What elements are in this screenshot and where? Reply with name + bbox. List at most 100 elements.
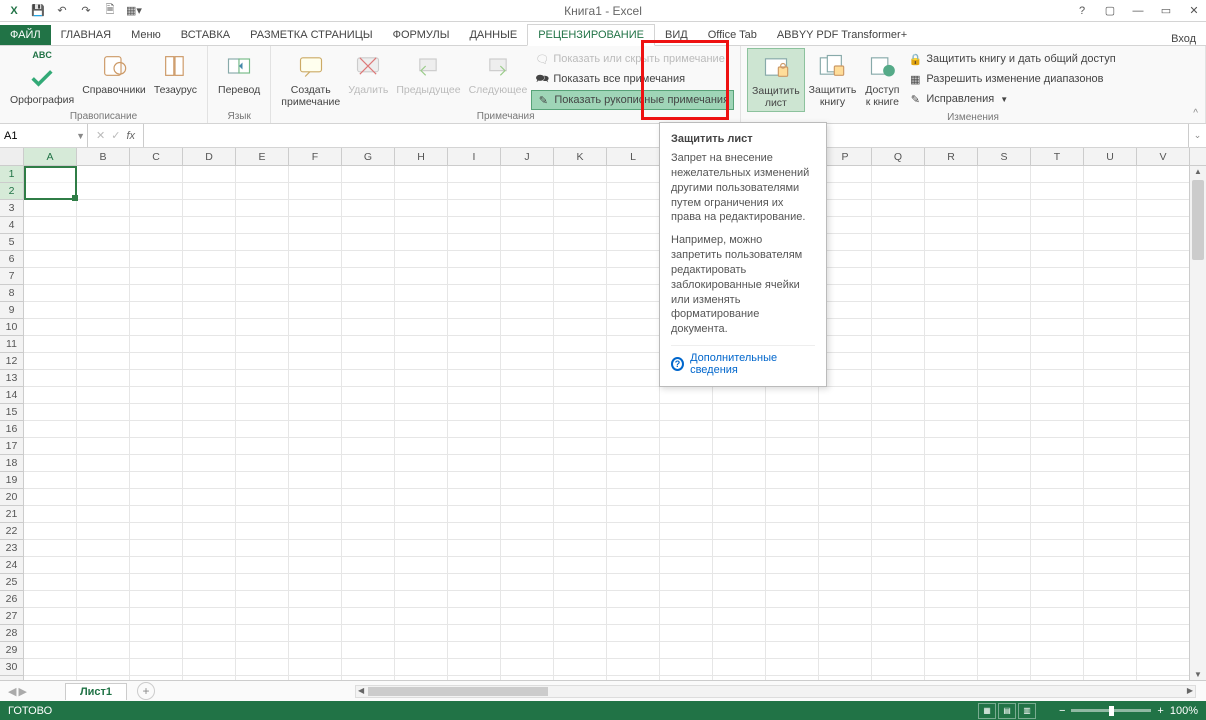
zoom-level[interactable]: 100% [1170, 705, 1198, 717]
row-header[interactable]: 6 [0, 251, 23, 268]
translate-button[interactable]: Перевод [214, 48, 264, 98]
row-header[interactable]: 21 [0, 506, 23, 523]
row-header[interactable]: 30 [0, 659, 23, 676]
column-header[interactable]: G [342, 148, 395, 165]
row-header[interactable]: 3 [0, 200, 23, 217]
fill-handle[interactable] [72, 195, 78, 201]
column-header[interactable]: L [607, 148, 660, 165]
sign-in-link[interactable]: Вход [1171, 33, 1196, 45]
row-header[interactable]: 28 [0, 625, 23, 642]
cells-area[interactable] [24, 166, 1189, 680]
expand-formula-bar[interactable]: ⌄ [1188, 124, 1206, 147]
page-layout-view-icon[interactable]: ▤ [998, 703, 1016, 719]
row-header[interactable]: 15 [0, 404, 23, 421]
row-header[interactable]: 22 [0, 523, 23, 540]
zoom-out-button[interactable]: − [1059, 705, 1065, 717]
row-header[interactable]: 18 [0, 455, 23, 472]
minimize-icon[interactable]: — [1130, 3, 1146, 19]
row-header[interactable]: 7 [0, 268, 23, 285]
sheet-nav[interactable]: ◀▶ [0, 685, 35, 698]
chevron-down-icon[interactable]: ▼ [76, 131, 85, 141]
open-icon[interactable]: ▦▾ [126, 3, 142, 19]
tab-home[interactable]: ГЛАВНАЯ [51, 25, 121, 45]
zoom-knob[interactable] [1109, 706, 1114, 716]
row-header[interactable]: 4 [0, 217, 23, 234]
redo-icon[interactable]: ↷ [78, 3, 94, 19]
column-header[interactable]: E [236, 148, 289, 165]
row-header[interactable]: 20 [0, 489, 23, 506]
protect-workbook-button[interactable]: Защитить книгу [805, 48, 861, 110]
save-icon[interactable]: 💾 [30, 3, 46, 19]
row-header[interactable]: 9 [0, 302, 23, 319]
tab-insert[interactable]: ВСТАВКА [171, 25, 240, 45]
add-sheet-button[interactable]: + [137, 682, 155, 700]
fx-icon[interactable]: fx [126, 130, 135, 142]
row-header[interactable]: 8 [0, 285, 23, 302]
row-header[interactable]: 14 [0, 387, 23, 404]
column-header[interactable]: K [554, 148, 607, 165]
references-button[interactable]: Справочники [78, 48, 150, 98]
normal-view-icon[interactable]: ▦ [978, 703, 996, 719]
horizontal-scrollbar[interactable]: ◀ ▶ [355, 685, 1196, 698]
scroll-thumb[interactable] [1192, 180, 1204, 260]
row-header[interactable]: 24 [0, 557, 23, 574]
collapse-ribbon-icon[interactable]: ^ [1193, 108, 1198, 119]
thesaurus-button[interactable]: Тезаурус [150, 48, 201, 98]
close-icon[interactable]: ✕ [1186, 3, 1202, 19]
maximize-icon[interactable]: ▭ [1158, 3, 1174, 19]
scroll-down-icon[interactable]: ▼ [1190, 670, 1206, 679]
tab-view[interactable]: ВИД [655, 25, 698, 45]
share-workbook-button[interactable]: Доступ к книге [860, 48, 904, 110]
row-header[interactable]: 19 [0, 472, 23, 489]
name-box[interactable]: ▼ [0, 124, 88, 147]
row-header[interactable]: 25 [0, 574, 23, 591]
column-header[interactable]: C [130, 148, 183, 165]
tab-data[interactable]: ДАННЫЕ [459, 25, 527, 45]
zoom-in-button[interactable]: + [1157, 705, 1163, 717]
show-ink-comments[interactable]: ✎Показать рукописные примечания [531, 90, 734, 110]
row-header[interactable]: 12 [0, 353, 23, 370]
sheet-tab-active[interactable]: Лист1 [65, 683, 127, 700]
row-header[interactable]: 29 [0, 642, 23, 659]
column-header[interactable]: F [289, 148, 342, 165]
row-header[interactable]: 1 [0, 166, 23, 183]
scroll-left-icon[interactable]: ◀ [358, 686, 364, 695]
tab-formulas[interactable]: ФОРМУЛЫ [383, 25, 460, 45]
row-header[interactable]: 17 [0, 438, 23, 455]
column-header[interactable]: I [448, 148, 501, 165]
column-header[interactable]: Q [872, 148, 925, 165]
column-header[interactable]: R [925, 148, 978, 165]
scroll-up-icon[interactable]: ▲ [1190, 167, 1206, 176]
column-header[interactable]: H [395, 148, 448, 165]
scroll-right-icon[interactable]: ▶ [1187, 686, 1193, 695]
column-header[interactable]: A [24, 148, 77, 165]
show-all-comments[interactable]: 🗪Показать все примечания [531, 70, 734, 88]
row-header[interactable]: 5 [0, 234, 23, 251]
column-header[interactable]: U [1084, 148, 1137, 165]
name-box-input[interactable] [4, 130, 64, 142]
track-changes[interactable]: ✎Исправления▼ [904, 90, 1119, 108]
tab-menu[interactable]: Меню [121, 25, 171, 45]
protect-sheet-button[interactable]: Защитить лист [747, 48, 805, 112]
column-header[interactable]: B [77, 148, 130, 165]
allow-edit-ranges[interactable]: ▦Разрешить изменение диапазонов [904, 70, 1119, 88]
row-header[interactable]: 23 [0, 540, 23, 557]
zoom-slider[interactable] [1071, 709, 1151, 712]
protect-and-share[interactable]: 🔒Защитить книгу и дать общий доступ [904, 50, 1119, 68]
column-header[interactable]: D [183, 148, 236, 165]
undo-icon[interactable]: ↶ [54, 3, 70, 19]
select-all-corner[interactable] [0, 148, 24, 165]
row-header[interactable]: 11 [0, 336, 23, 353]
spelling-button[interactable]: ABC Орфография [6, 48, 78, 108]
tab-abbyy[interactable]: ABBYY PDF Transformer+ [767, 25, 917, 45]
help-icon[interactable]: ? [1074, 3, 1090, 19]
new-comment-button[interactable]: Создать примечание [277, 48, 344, 110]
tab-officetab[interactable]: Office Tab [698, 25, 767, 45]
tab-file[interactable]: ФАЙЛ [0, 25, 51, 45]
column-header[interactable]: S [978, 148, 1031, 165]
row-header[interactable]: 10 [0, 319, 23, 336]
ribbon-options-icon[interactable]: ▢ [1102, 3, 1118, 19]
row-header[interactable]: 16 [0, 421, 23, 438]
page-break-view-icon[interactable]: ▥ [1018, 703, 1036, 719]
tab-review[interactable]: РЕЦЕНЗИРОВАНИЕ [527, 24, 655, 46]
